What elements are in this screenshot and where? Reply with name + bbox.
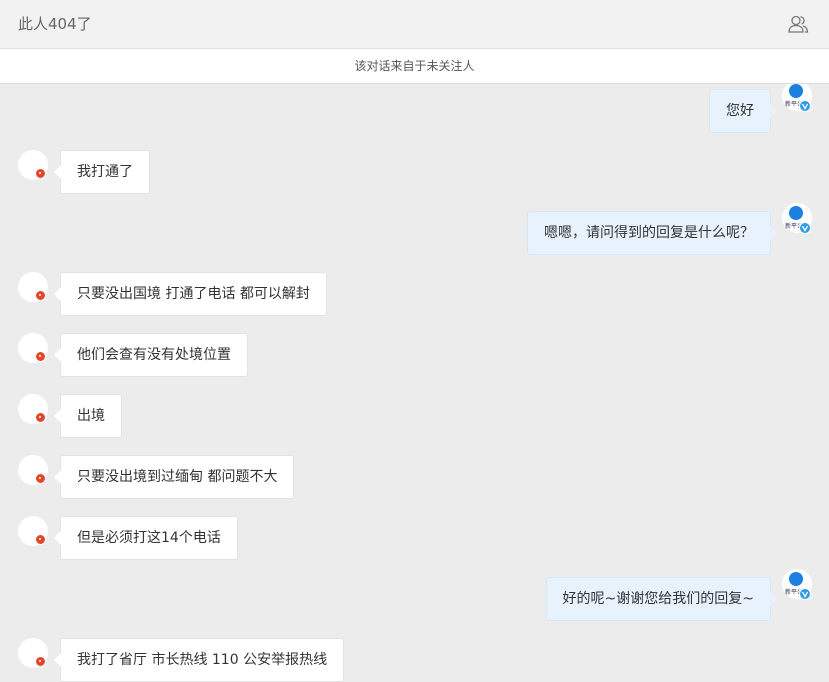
- message-row: 我打了省厅 市长热线 110 公安举报热线: [0, 638, 829, 682]
- verified-v-icon: [799, 222, 811, 234]
- message-bubble[interactable]: 我打通了: [54, 150, 150, 194]
- user-avatar[interactable]: [18, 333, 48, 363]
- message-row: 我打通了: [0, 150, 829, 194]
- message-bubble[interactable]: 嗯嗯，请问得到的回复是什么呢？: [527, 211, 777, 255]
- message-bubble[interactable]: 只要没出境到过缅甸 都问题不大: [53, 455, 295, 499]
- message-bubble[interactable]: 我打了省厅 市长热线 110 公安举报热线: [53, 638, 345, 682]
- message-bubble[interactable]: 但是必须打这14个电话: [54, 516, 238, 560]
- user-badge-icon: [35, 473, 46, 484]
- official-logo-icon: [789, 84, 803, 98]
- message-bubble[interactable]: 您好: [709, 89, 777, 133]
- user-badge-icon: [35, 412, 46, 423]
- message-bubble[interactable]: 只要没出国境 打通了电话 都可以解封: [54, 272, 327, 316]
- user-badge-icon: [35, 534, 46, 545]
- message-row: 只要没出国境 打通了电话 都可以解封: [0, 272, 829, 316]
- message-row: 您好 新平公: [0, 84, 829, 133]
- official-avatar[interactable]: 新平公: [782, 84, 812, 112]
- user-avatar[interactable]: [18, 516, 48, 546]
- message-bubble[interactable]: 出境: [54, 394, 122, 438]
- message-bubble[interactable]: 好的呢~谢谢您给我们的回复~: [545, 577, 778, 621]
- user-badge-icon: [35, 168, 46, 179]
- message-row: 出境: [0, 394, 829, 438]
- user-badge-icon: [35, 656, 46, 667]
- contacts-icon[interactable]: [787, 13, 809, 35]
- message-list: 您好 新平公 我打通了 嗯嗯，请问得到的回复是什么呢？ 新平公 只要没出国境 打…: [0, 84, 829, 682]
- user-avatar[interactable]: [18, 150, 48, 180]
- message-row: 但是必须打这14个电话: [0, 516, 829, 560]
- official-logo-icon: [789, 206, 803, 220]
- message-row: 只要没出境到过缅甸 都问题不大: [0, 455, 829, 499]
- user-avatar[interactable]: [18, 272, 48, 302]
- user-avatar[interactable]: [18, 455, 48, 485]
- chat-header: 此人404了: [0, 0, 829, 49]
- conversation-title: 此人404了: [18, 15, 92, 33]
- official-avatar[interactable]: 新平公: [782, 569, 812, 600]
- message-bubble[interactable]: 他们会查有没有处境位置: [54, 333, 248, 377]
- verified-v-icon: [799, 588, 811, 600]
- message-row: 嗯嗯，请问得到的回复是什么呢？ 新平公: [0, 203, 829, 255]
- user-badge-icon: [35, 351, 46, 362]
- official-logo-icon: [789, 572, 803, 586]
- message-row: 他们会查有没有处境位置: [0, 333, 829, 377]
- user-badge-icon: [35, 290, 46, 301]
- user-avatar[interactable]: [18, 638, 48, 668]
- official-avatar[interactable]: 新平公: [782, 203, 812, 234]
- verified-v-icon: [799, 100, 811, 112]
- message-row: 好的呢~谢谢您给我们的回复~ 新平公: [0, 569, 829, 621]
- user-avatar[interactable]: [18, 394, 48, 424]
- conversation-notice: 该对话来自于未关注人: [0, 49, 829, 84]
